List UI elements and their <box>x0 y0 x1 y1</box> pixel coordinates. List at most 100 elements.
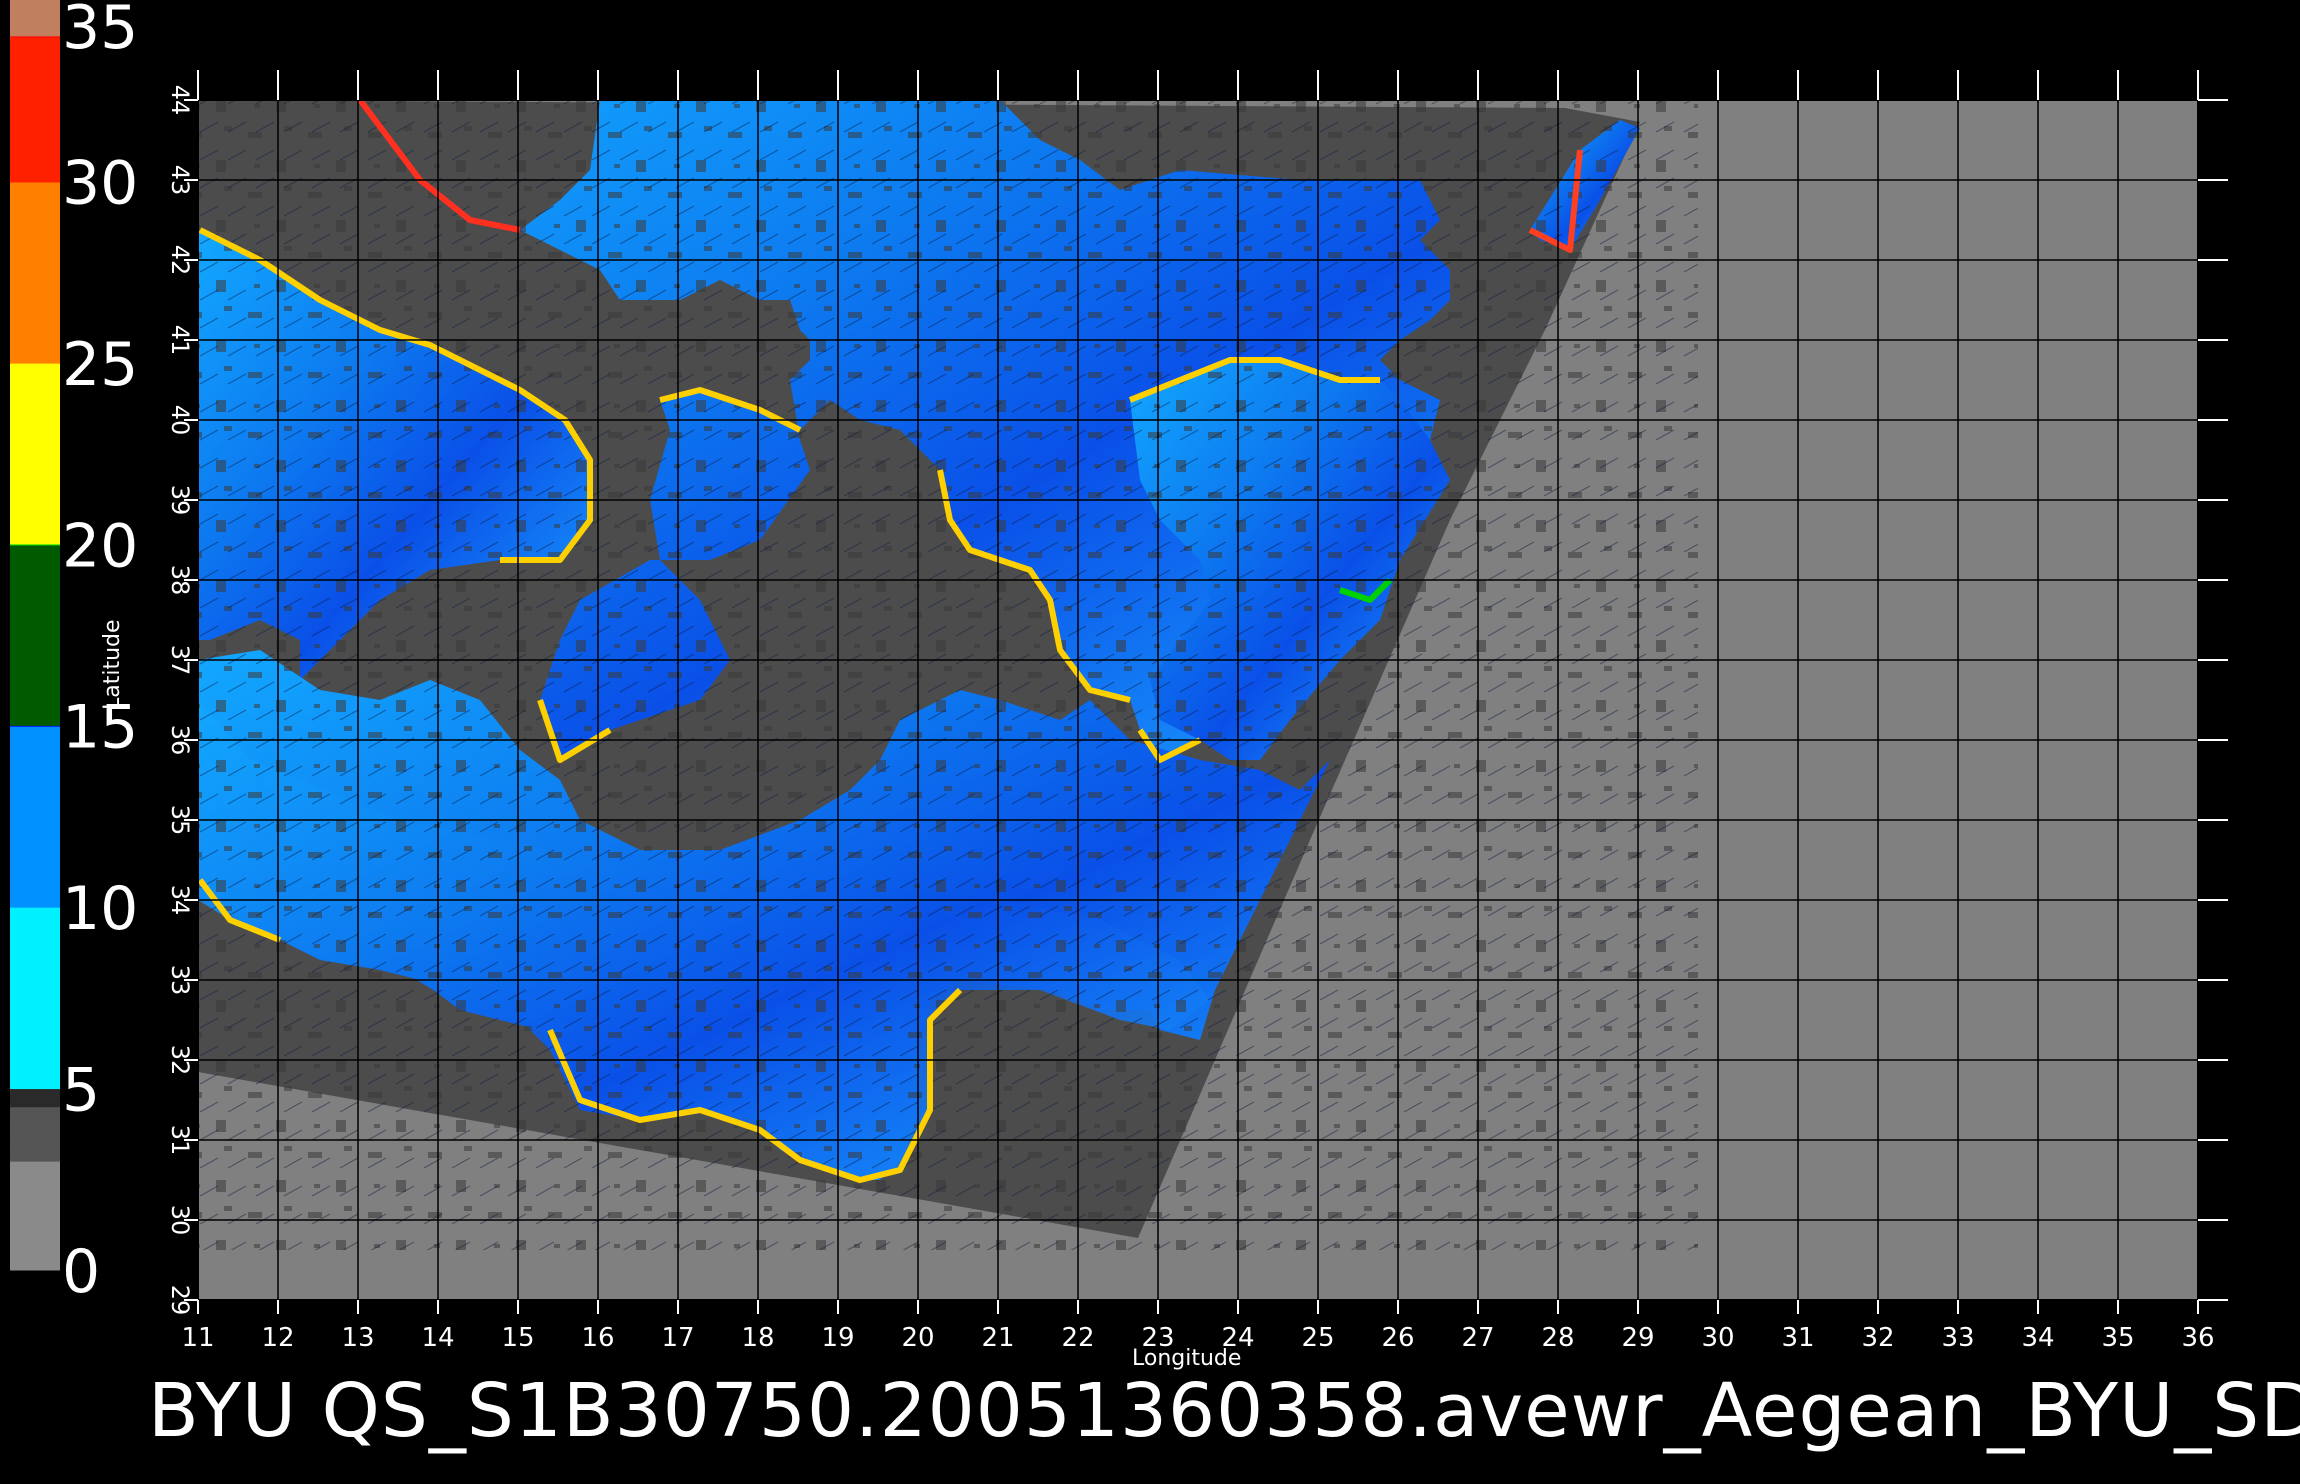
colorbar-segment <box>10 287 60 303</box>
colorbar-segment <box>10 1058 60 1074</box>
x-tick-label: 34 <box>2021 1323 2054 1353</box>
colorbar-segment <box>10 108 60 122</box>
colorbar-segment <box>10 892 60 908</box>
colorbar-segment <box>10 740 60 757</box>
colorbar-segment <box>10 831 60 848</box>
colorbar-segment <box>10 771 60 787</box>
colorbar-segment <box>10 408 60 424</box>
y-tick-label: 32 <box>166 1045 194 1076</box>
colorbar-segment <box>10 1120 60 1126</box>
colorbar-segment <box>10 982 60 999</box>
colorbar-label: 0 <box>62 1237 100 1307</box>
colorbar-segment <box>10 1206 60 1217</box>
colorbar-segment <box>10 922 60 938</box>
colorbar-segment <box>10 1224 60 1235</box>
colorbar-label: 20 <box>62 511 138 581</box>
figure: 35 30 25 20 15 10 5 0 11 12 13 14 15 16 … <box>0 0 2300 1480</box>
colorbar-segment <box>10 241 60 258</box>
colorbar-segment <box>10 861 60 878</box>
y-tick-label: 41 <box>166 325 194 356</box>
x-tick-label: 12 <box>261 1323 294 1353</box>
x-tick-label: 18 <box>741 1323 774 1353</box>
colorbar-segment <box>10 1161 60 1171</box>
colorbar-segment <box>10 211 60 228</box>
x-tick-label: 33 <box>1941 1323 1974 1353</box>
colorbar-segment <box>10 876 60 893</box>
sea-wind-field <box>198 100 1698 1250</box>
colorbar-segment <box>10 1215 60 1226</box>
colorbar-segment <box>10 256 60 273</box>
x-tick-label: 29 <box>1621 1323 1654 1353</box>
colorbar-segment <box>10 423 60 439</box>
colorbar-segment <box>10 1115 60 1121</box>
colorbar-segment <box>10 1133 60 1139</box>
y-tick-label: 38 <box>166 565 194 596</box>
colorbar-segment <box>10 1073 60 1090</box>
map-figure: 35302520151050 11 12 13 14 15 16 17 18 1… <box>10 0 2228 1353</box>
colorbar-segment <box>10 96 60 110</box>
colorbar-segment <box>10 453 60 469</box>
colorbar-segment <box>10 1260 60 1271</box>
colorbar-segment <box>10 513 60 530</box>
x-tick-label: 13 <box>341 1323 374 1353</box>
colorbar-segment <box>10 1242 60 1253</box>
colorbar-segment <box>10 1188 60 1198</box>
colorbar-segment <box>10 997 60 1014</box>
x-tick-label: 25 <box>1301 1323 1334 1353</box>
colorbar-segment <box>10 144 60 158</box>
colorbar-segment <box>10 347 60 363</box>
colorbar-label: 5 <box>62 1056 100 1126</box>
colorbar-segment <box>10 1028 60 1044</box>
colorbar-segment <box>10 1106 60 1112</box>
colorbar-segment <box>10 48 60 61</box>
colorbar-segment <box>10 23 60 28</box>
colorbar-segment <box>10 559 60 575</box>
x-tick-label: 26 <box>1381 1323 1414 1353</box>
colorbar-segment <box>10 801 60 817</box>
x-tick-label: 22 <box>1061 1323 1094 1353</box>
colorbar-segment <box>10 680 60 696</box>
colorbar-segment <box>10 438 60 454</box>
colorbar-segment <box>10 5 60 10</box>
colorbar-segment <box>10 1170 60 1180</box>
x-tick-label: 27 <box>1461 1323 1494 1353</box>
colorbar-segment <box>10 377 60 394</box>
colorbar-segment <box>10 664 60 681</box>
colorbar-segment <box>10 544 60 560</box>
colorbar-segment <box>10 589 60 606</box>
colorbar-segment <box>10 84 60 98</box>
colorbar-segment <box>10 1111 60 1117</box>
colorbar-segment <box>10 169 60 182</box>
x-tick-label: 31 <box>1781 1323 1814 1353</box>
colorbar-segment <box>10 528 60 545</box>
colorbar-segment <box>10 181 60 198</box>
colorbar-segment <box>10 786 60 802</box>
colorbar-segment <box>10 1251 60 1262</box>
colorbar-segment <box>10 574 60 591</box>
colorbar-segment <box>10 725 60 742</box>
y-tick-label: 43 <box>166 165 194 196</box>
y-tick-label: 33 <box>166 965 194 996</box>
colorbar-label: 10 <box>62 874 138 944</box>
colorbar-segment <box>10 1138 60 1144</box>
colorbar-segment <box>10 32 60 37</box>
y-tick-label: 34 <box>166 885 194 916</box>
x-tick-label: 21 <box>981 1323 1014 1353</box>
x-tick-label: 35 <box>2101 1323 2134 1353</box>
y-tick-label: 42 <box>166 245 194 276</box>
colorbar-segment <box>10 907 60 923</box>
colorbar-segment <box>10 20 60 25</box>
colorbar-segment <box>10 302 60 318</box>
colorbar-segment <box>10 1197 60 1207</box>
colorbar-segment <box>10 362 60 379</box>
colorbar-segment <box>10 483 60 500</box>
x-tick-label: 19 <box>821 1323 854 1353</box>
colorbar-segment <box>10 11 60 16</box>
colorbar-segment <box>10 2 60 7</box>
colorbar-segment <box>10 816 60 833</box>
y-tick-label: 36 <box>166 725 194 756</box>
colorbar-segment <box>10 952 60 969</box>
colorbar-label: 30 <box>62 148 138 218</box>
colorbar-segment <box>10 1147 60 1153</box>
colorbar-segment <box>10 60 60 73</box>
